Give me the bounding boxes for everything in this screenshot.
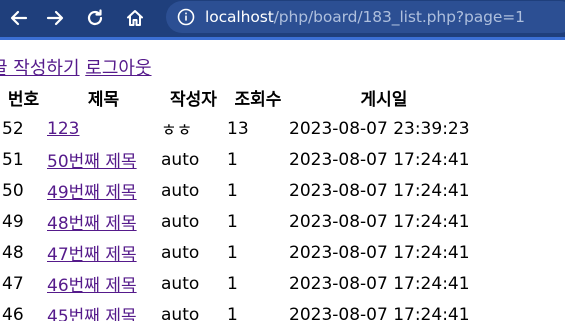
table-row: 47 46번째 제목 auto 1 2023-08-07 17:24:41: [0, 268, 479, 299]
reload-button[interactable]: [79, 2, 111, 34]
home-button[interactable]: [119, 2, 151, 34]
post-number: 46: [2, 304, 24, 321]
post-number: 50: [2, 180, 24, 201]
header-date: 게시일: [360, 89, 408, 110]
post-date: 2023-08-07 17:24:41: [289, 211, 470, 232]
page-content: 글 작성하기 로그아웃 번호 제목 작성자 조회수 게시일 52 123 ㅎㅎ …: [0, 40, 565, 321]
home-icon: [127, 10, 143, 26]
table-row: 51 50번째 제목 auto 1 2023-08-07 17:24:41: [0, 144, 479, 175]
post-author: auto: [161, 149, 200, 170]
table-row: 48 47번째 제목 auto 1 2023-08-07 17:24:41: [0, 237, 479, 268]
post-title-link[interactable]: 48번째 제목: [47, 214, 137, 234]
post-views: 1: [227, 149, 238, 170]
post-views: 1: [227, 273, 238, 294]
post-author: ㅎㅎ: [161, 121, 193, 141]
info-icon[interactable]: [175, 6, 197, 28]
post-views: 13: [227, 118, 249, 139]
post-title-link[interactable]: 50번째 제목: [47, 152, 137, 172]
write-post-link[interactable]: 글 작성하기: [0, 58, 80, 79]
post-date: 2023-08-07 17:24:41: [289, 149, 470, 170]
post-views: 1: [227, 304, 238, 321]
post-number: 47: [2, 273, 24, 294]
post-title-link[interactable]: 49번째 제목: [47, 183, 137, 203]
post-author: auto: [161, 211, 200, 232]
post-number: 51: [2, 149, 24, 170]
arrow-left-icon: [10, 10, 28, 26]
post-date: 2023-08-07 17:24:41: [289, 304, 470, 321]
url-text: localhost/php/board/183_list.php?page=1: [205, 8, 525, 26]
post-date: 2023-08-07 23:39:23: [289, 118, 470, 139]
forward-button[interactable]: [39, 2, 71, 34]
post-title-link[interactable]: 45번째 제목: [47, 307, 137, 321]
post-author: auto: [161, 304, 200, 321]
header-number: 번호: [7, 89, 40, 110]
post-number: 48: [2, 242, 24, 263]
post-date: 2023-08-07 17:24:41: [289, 180, 470, 201]
browser-toolbar: localhost/php/board/183_list.php?page=1: [0, 0, 565, 40]
board-table: 번호 제목 작성자 조회수 게시일 52 123 ㅎㅎ 13 2023-08-0…: [0, 81, 479, 321]
logout-link[interactable]: 로그아웃: [85, 58, 151, 79]
header-author: 작성자: [170, 89, 217, 110]
post-date: 2023-08-07 17:24:41: [289, 273, 470, 294]
url-host: localhost: [205, 8, 274, 26]
post-views: 1: [227, 180, 238, 201]
post-title-link[interactable]: 123: [47, 119, 79, 139]
table-row: 49 48번째 제목 auto 1 2023-08-07 17:24:41: [0, 206, 479, 237]
table-row: 50 49번째 제목 auto 1 2023-08-07 17:24:41: [0, 175, 479, 206]
table-header-row: 번호 제목 작성자 조회수 게시일: [0, 81, 479, 113]
table-row: 52 123 ㅎㅎ 13 2023-08-07 23:39:23: [0, 113, 479, 144]
url-path: /php/board/183_list.php?page=1: [273, 8, 525, 26]
table-row: 46 45번째 제목 auto 1 2023-08-07 17:24:41: [0, 299, 479, 321]
post-date: 2023-08-07 17:24:41: [289, 242, 470, 263]
post-views: 1: [227, 242, 238, 263]
header-views: 조회수: [234, 89, 282, 110]
post-author: auto: [161, 180, 200, 201]
post-author: auto: [161, 242, 200, 263]
header-title: 제목: [87, 89, 120, 110]
post-title-link[interactable]: 46번째 제목: [47, 276, 137, 296]
address-bar[interactable]: localhost/php/board/183_list.php?page=1: [166, 1, 565, 33]
top-links: 글 작성하기 로그아웃: [0, 54, 152, 80]
back-button[interactable]: [3, 2, 35, 34]
post-number: 49: [2, 211, 24, 232]
arrow-right-icon: [46, 10, 64, 26]
post-views: 1: [227, 211, 238, 232]
reload-icon: [87, 9, 103, 26]
post-title-link[interactable]: 47번째 제목: [47, 245, 137, 265]
post-number: 52: [2, 118, 24, 139]
post-author: auto: [161, 273, 200, 294]
